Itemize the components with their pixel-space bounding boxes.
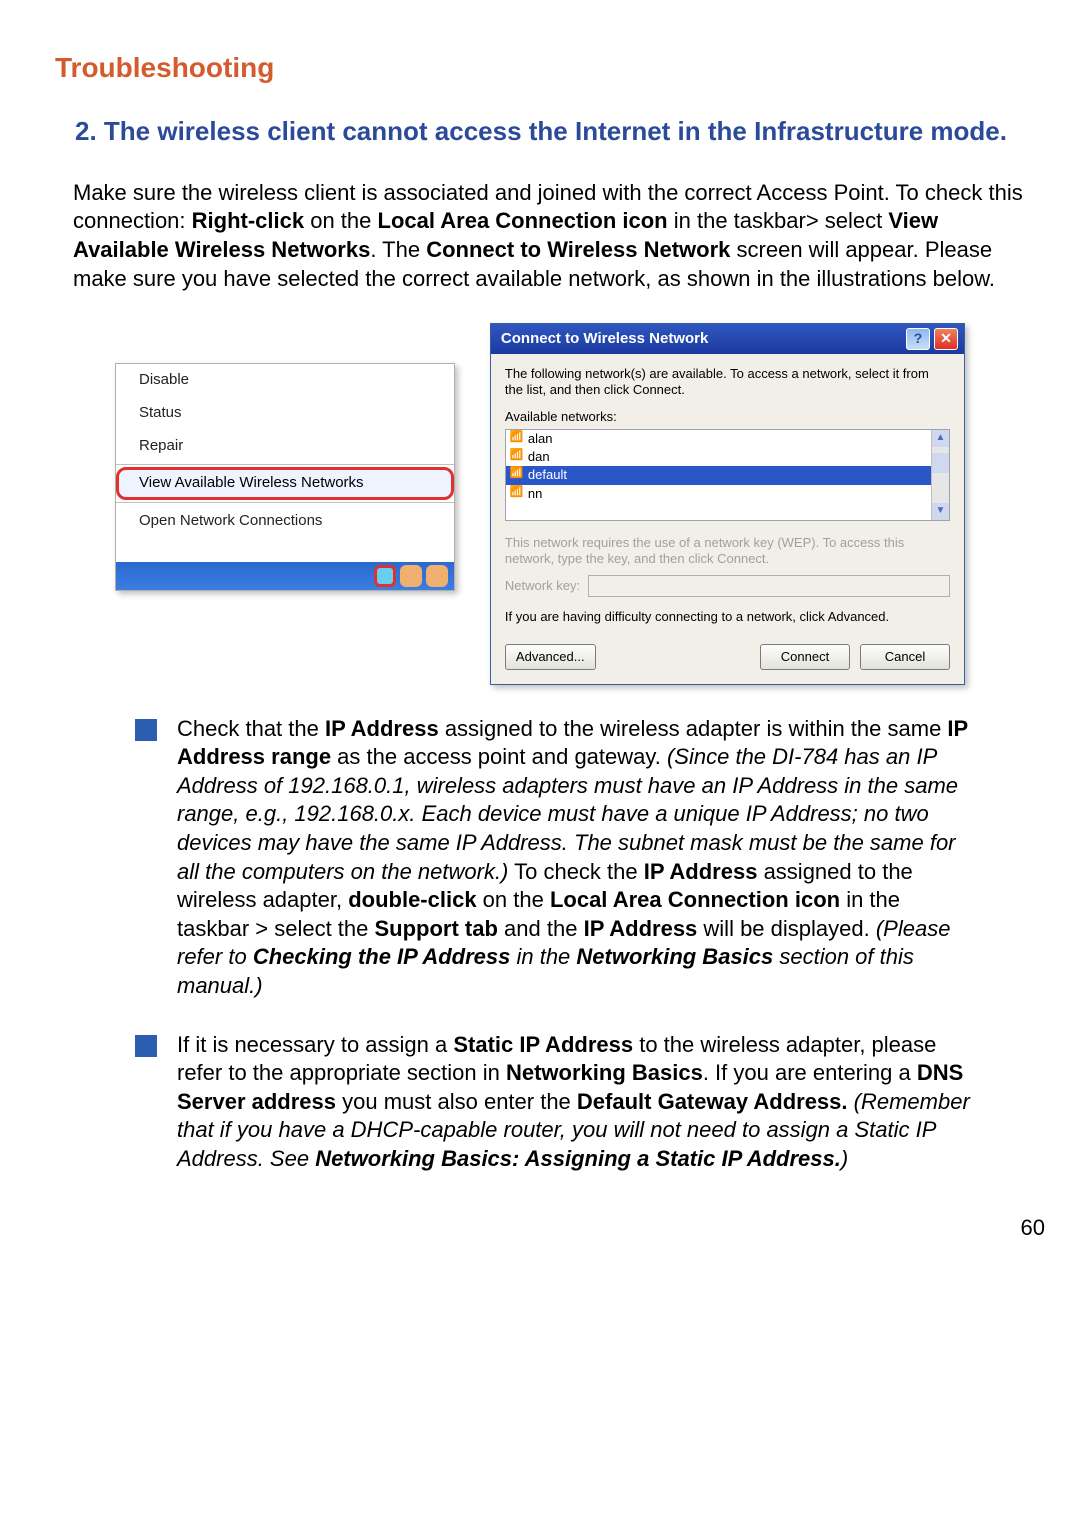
illustration-row: Disable Status Repair View Available Wir… — [115, 323, 965, 685]
help-icon[interactable]: ? — [906, 328, 930, 350]
advanced-hint: If you are having difficulty connecting … — [505, 609, 950, 625]
bullet-ip-address: Check that the IP Address assigned to th… — [135, 715, 975, 1001]
menu-item-open-network-connections[interactable]: Open Network Connections — [116, 505, 454, 538]
menu-item-status[interactable]: Status — [116, 397, 454, 430]
intro-paragraph: Make sure the wireless client is associa… — [73, 179, 1025, 293]
connect-button[interactable]: Connect — [760, 644, 850, 670]
bullet-static-ip: If it is necessary to assign a Static IP… — [135, 1031, 975, 1174]
bullet-square-icon — [135, 1035, 157, 1057]
dialog-title: Connect to Wireless Network — [501, 330, 902, 349]
network-key-label: Network key: — [505, 578, 580, 594]
tray-icon[interactable] — [400, 565, 422, 587]
advanced-button[interactable]: Advanced... — [505, 644, 596, 670]
dialog-description: The following network(s) are available. … — [505, 366, 950, 399]
menu-separator — [116, 502, 454, 503]
network-tray-icon[interactable] — [374, 565, 396, 587]
wep-hint: This network requires the use of a netwo… — [505, 535, 950, 568]
close-icon[interactable]: ✕ — [934, 328, 958, 350]
scroll-down-icon[interactable]: ▼ — [932, 503, 949, 520]
bullet-square-icon — [135, 719, 157, 741]
menu-item-view-available-networks[interactable]: View Available Wireless Networks — [116, 467, 454, 500]
page-number: 60 — [55, 1214, 1045, 1242]
available-networks-label: Available networks: — [505, 409, 950, 425]
network-item[interactable]: dan — [506, 448, 931, 466]
available-networks-list[interactable]: alan dan default nn ▲ ▼ — [505, 429, 950, 521]
network-key-input[interactable] — [588, 575, 950, 597]
taskbar-tray — [116, 562, 454, 590]
menu-item-disable[interactable]: Disable — [116, 364, 454, 397]
list-scrollbar[interactable]: ▲ ▼ — [931, 430, 949, 520]
dialog-title-bar[interactable]: Connect to Wireless Network ? ✕ — [491, 324, 964, 354]
scroll-thumb[interactable] — [932, 453, 949, 473]
menu-item-repair[interactable]: Repair — [116, 430, 454, 463]
section-title: Troubleshooting — [55, 50, 1025, 85]
scroll-up-icon[interactable]: ▲ — [932, 430, 949, 447]
network-item[interactable]: nn — [506, 485, 931, 503]
network-item-selected[interactable]: default — [506, 466, 931, 484]
taskbar-context-menu: Disable Status Repair View Available Wir… — [115, 363, 455, 591]
connect-wireless-dialog: Connect to Wireless Network ? ✕ The foll… — [490, 323, 965, 685]
menu-separator — [116, 464, 454, 465]
network-item[interactable]: alan — [506, 430, 931, 448]
subsection-heading: 2. The wireless client cannot access the… — [55, 115, 1025, 149]
cancel-button[interactable]: Cancel — [860, 644, 950, 670]
tray-icon[interactable] — [426, 565, 448, 587]
